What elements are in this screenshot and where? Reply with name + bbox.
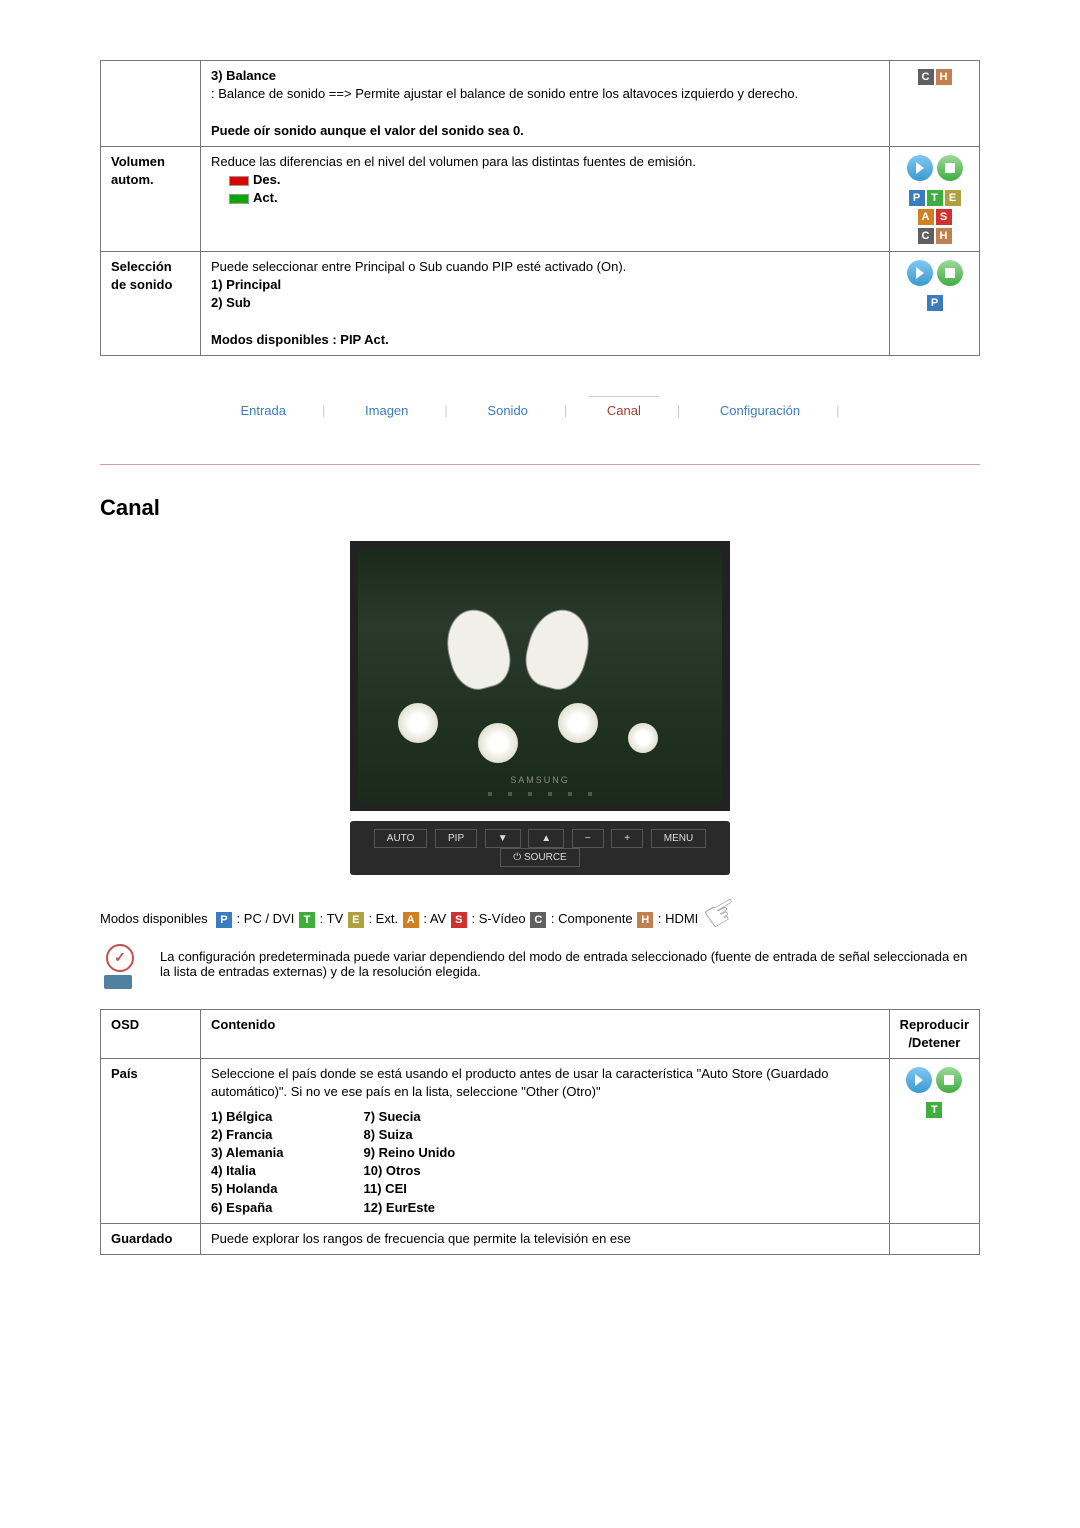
config-note: La configuración predeterminada puede va… — [100, 949, 980, 989]
row-pais-icons: T — [889, 1059, 979, 1224]
tv-panel-buttons: AUTO PIP ▼ ▲ − + MENU ⏻ SOURCE — [350, 821, 730, 875]
row-guardado-label: Guardado — [101, 1223, 201, 1254]
row-balance-label — [101, 61, 201, 147]
badge-c-icon: C — [530, 912, 546, 928]
canal-settings-table: OSD Contenido Reproducir /Detener País S… — [100, 1009, 980, 1255]
country-column-1: 1) Bélgica 2) Francia 3) Alemania 4) Ita… — [211, 1108, 284, 1217]
section-divider — [100, 464, 980, 465]
section-title: Canal — [100, 495, 980, 521]
panel-up-button[interactable]: ▲ — [528, 829, 564, 848]
stop-icon[interactable] — [936, 1067, 962, 1093]
row-volumen-icons: PTEAS CH — [890, 146, 980, 251]
tv-screen: SAMSUNG — [350, 541, 730, 811]
tab-canal[interactable]: Canal — [589, 396, 659, 424]
tab-entrada[interactable]: Entrada — [222, 397, 304, 424]
row-pais-label: País — [101, 1059, 201, 1224]
row-volumen-content: Reduce las diferencias en el nivel del v… — [201, 146, 890, 251]
play-icon[interactable] — [906, 1067, 932, 1093]
panel-down-button[interactable]: ▼ — [485, 829, 521, 848]
row-seleccion-content: Puede seleccionar entre Principal o Sub … — [201, 251, 890, 355]
header-osd: OSD — [101, 1009, 201, 1058]
panel-menu-button[interactable]: MENU — [651, 829, 706, 848]
row-guardado-icons — [889, 1223, 979, 1254]
tab-configuracion[interactable]: Configuración — [702, 397, 818, 424]
badge-s-icon: S — [451, 912, 467, 928]
header-contenido: Contenido — [201, 1009, 890, 1058]
tab-navigation: Entrada| Imagen| Sonido| Canal| Configur… — [100, 396, 980, 424]
note-text: La configuración predeterminada puede va… — [160, 949, 980, 979]
tab-imagen[interactable]: Imagen — [347, 397, 426, 424]
row-guardado-content: Puede explorar los rangos de frecuencia … — [201, 1223, 890, 1254]
row-seleccion-icons: P — [890, 251, 980, 355]
stop-icon[interactable] — [937, 260, 963, 286]
badge-c-icon: C — [918, 69, 934, 85]
row-balance-icons: CH — [890, 61, 980, 147]
badge-h-icon: H — [637, 912, 653, 928]
header-reproducir: Reproducir /Detener — [889, 1009, 979, 1058]
badge-e-icon: E — [348, 912, 364, 928]
row-pais-content: Seleccione el país donde se está usando … — [201, 1059, 890, 1224]
play-icon[interactable] — [907, 260, 933, 286]
hand-pointer-icon: ☞ — [695, 884, 749, 942]
play-icon[interactable] — [907, 155, 933, 181]
badge-h-icon: H — [936, 69, 952, 85]
country-column-2: 7) Suecia 8) Suiza 9) Reino Unido 10) Ot… — [364, 1108, 456, 1217]
tab-sonido[interactable]: Sonido — [469, 397, 545, 424]
panel-minus-button[interactable]: − — [572, 829, 604, 848]
flag-on-icon — [229, 194, 249, 204]
badge-t-icon: T — [299, 912, 315, 928]
panel-auto-button[interactable]: AUTO — [374, 829, 428, 848]
panel-source-button[interactable]: ⏻ SOURCE — [500, 848, 579, 867]
sound-settings-table: 3) Balance : Balance de sonido ==> Permi… — [100, 60, 980, 356]
row-seleccion-label: Selección de sonido — [101, 251, 201, 355]
row-volumen-label: Volumen autom. — [101, 146, 201, 251]
panel-plus-button[interactable]: + — [611, 829, 643, 848]
panel-pip-button[interactable]: PIP — [435, 829, 477, 848]
stop-icon[interactable] — [937, 155, 963, 181]
badge-a-icon: A — [403, 912, 419, 928]
badge-p-icon: P — [216, 912, 232, 928]
tv-illustration: SAMSUNG AUTO PIP ▼ ▲ − + MENU ⏻ SOURCE ☞ — [350, 541, 730, 881]
modos-available-line: Modos disponibles P : PC / DVI T : TV E … — [100, 911, 980, 929]
flag-off-icon — [229, 176, 249, 186]
row-balance-content: 3) Balance : Balance de sonido ==> Permi… — [201, 61, 890, 147]
note-check-icon — [100, 949, 140, 989]
